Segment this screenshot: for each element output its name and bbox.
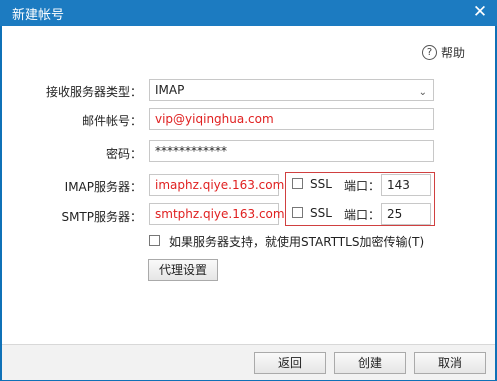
dialog-body: ? 帮助 接收服务器类型： IMAP ⌄ 邮件帐号： vip@yiqinghua…	[2, 26, 495, 380]
smtp-port-label: 端口：	[344, 208, 381, 222]
imap-ssl-label: SSL	[310, 177, 332, 191]
imap-server-label: IMAP服务器：	[64, 180, 142, 194]
protocol-value: IMAP	[155, 83, 185, 97]
account-input[interactable]: vip@yiqinghua.com	[149, 108, 434, 130]
cancel-button[interactable]: 取消	[414, 352, 486, 374]
protocol-label: 接收服务器类型：	[45, 85, 142, 99]
imap-ssl-checkbox[interactable]	[292, 178, 303, 189]
help-label: 帮助	[440, 46, 465, 60]
smtp-ssl-label: SSL	[310, 206, 332, 220]
starttls-checkbox[interactable]	[149, 235, 160, 246]
imap-port-input[interactable]: 143	[381, 174, 431, 196]
protocol-select[interactable]: IMAP ⌄	[149, 79, 434, 101]
smtp-server-input[interactable]: smtphz.qiye.163.com	[149, 203, 285, 225]
smtp-port-input[interactable]: 25	[381, 203, 431, 225]
proxy-settings-button[interactable]: 代理设置	[148, 259, 218, 281]
help-icon: ?	[421, 45, 437, 60]
starttls-label: 如果服务器支持，就使用STARTTLS加密传输(T)	[169, 235, 425, 249]
title-bar: 新建帐号 ✕	[0, 0, 497, 26]
imap-port-label: 端口：	[344, 179, 381, 193]
help-link[interactable]: ? 帮助	[421, 44, 465, 61]
create-button[interactable]: 创建	[334, 352, 406, 374]
password-input[interactable]: ************	[149, 140, 434, 162]
chevron-down-icon: ⌄	[418, 87, 427, 98]
new-account-dialog: 新建帐号 ✕ ? 帮助 接收服务器类型： IMAP ⌄ 邮件帐号： vip@yi…	[0, 0, 497, 381]
smtp-ssl-checkbox[interactable]	[292, 207, 303, 218]
ssl-port-group: SSL 端口： 143 SSL 端口： 25	[285, 172, 435, 226]
smtp-server-label: SMTP服务器：	[61, 210, 142, 224]
imap-server-input[interactable]: imaphz.qiye.163.com	[149, 174, 284, 196]
password-label: 密码：	[105, 147, 142, 161]
back-button[interactable]: 返回	[254, 352, 326, 374]
dialog-footer: 返回 创建 取消	[2, 344, 495, 380]
account-label: 邮件帐号：	[81, 114, 142, 128]
close-icon[interactable]: ✕	[471, 2, 489, 22]
window-title: 新建帐号	[12, 8, 65, 23]
